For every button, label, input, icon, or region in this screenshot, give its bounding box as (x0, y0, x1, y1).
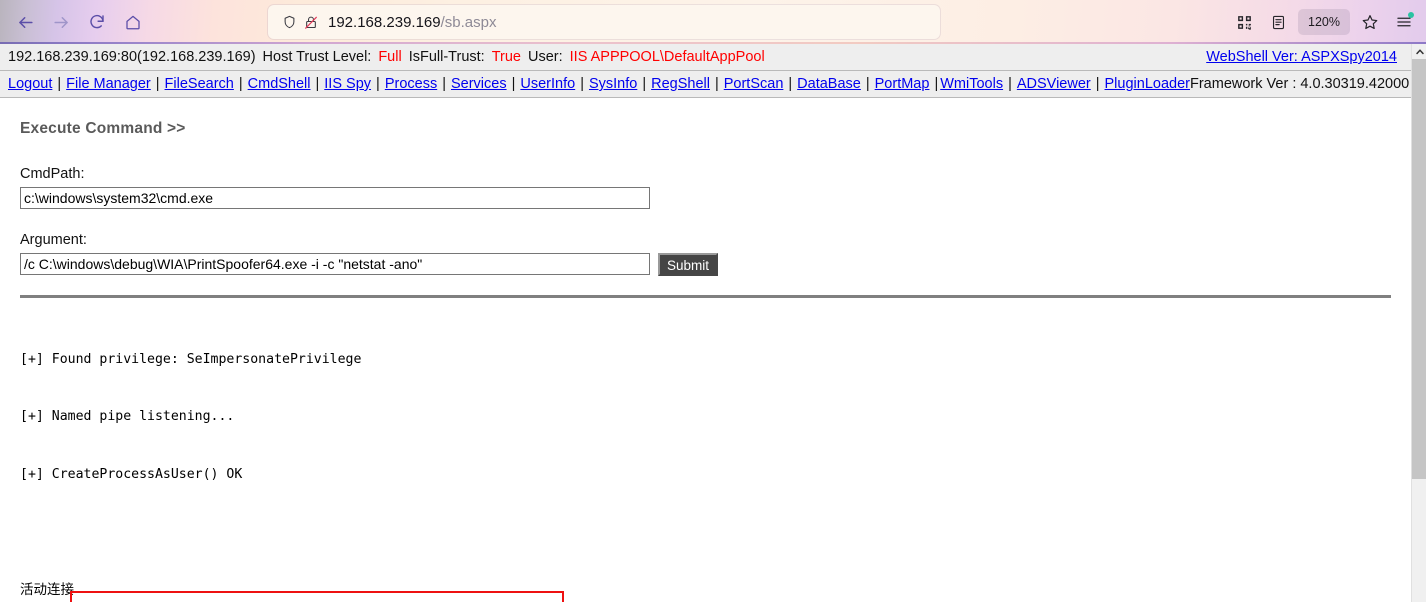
argument-input[interactable] (20, 253, 650, 275)
menu-item-userinfo[interactable]: UserInfo (520, 76, 575, 92)
menu-item-logout[interactable]: Logout (8, 76, 52, 92)
scrollbar-up-arrow-icon[interactable] (1412, 44, 1426, 59)
webshell-version-link[interactable]: WebShell Ver: ASPXSpy2014 (1206, 49, 1397, 65)
menu-item-file-manager[interactable]: File Manager (66, 76, 151, 92)
output-line: [+] Found privilege: SeImpersonatePrivil… (20, 351, 362, 367)
menu-item-services[interactable]: Services (451, 76, 507, 92)
reload-icon[interactable] (80, 5, 114, 39)
scrollbar-thumb[interactable] (1412, 59, 1426, 479)
user-value: IIS APPPOOL\DefaultAppPool (569, 49, 765, 65)
page-title: Execute Command >> (20, 120, 186, 137)
zoom-level-badge[interactable]: 120% (1298, 9, 1350, 35)
menu-item-cmdshell[interactable]: CmdShell (248, 76, 311, 92)
active-connections-title: 活动连接 (20, 582, 74, 599)
menu-item-pluginloader[interactable]: PluginLoader (1105, 76, 1190, 92)
page-viewport: 192.168.239.169:80(192.168.239.169) Host… (0, 44, 1426, 602)
output-line: [+] CreateProcessAsUser() OK (20, 467, 243, 483)
menu-item-process[interactable]: Process (385, 76, 437, 92)
command-output: [+] Found privilege: SeImpersonatePrivil… (20, 298, 1391, 602)
framework-version: Framework Ver : 4.0.30319.42000 (1189, 76, 1410, 92)
lock-crossed-icon[interactable] (300, 14, 322, 31)
menu-item-iis-spy[interactable]: IIS Spy (324, 76, 371, 92)
main-menu-bar: Logout | File Manager | FileSearch | CmdShe… (0, 71, 1411, 98)
trust-level-value: Full (378, 49, 402, 65)
menu-item-adsviewer[interactable]: ADSViewer (1017, 76, 1091, 92)
forward-arrow-icon[interactable] (44, 5, 78, 39)
host-address: 192.168.239.169:80(192.168.239.169) (8, 49, 256, 65)
cmdpath-input[interactable] (20, 187, 650, 209)
browser-chrome: 192.168.239.169/sb.aspx 120% (0, 0, 1426, 44)
browser-toolbar-right: 120% (1228, 0, 1420, 44)
navigation-buttons (8, 0, 150, 44)
output-line: [+] Named pipe listening... (20, 409, 235, 425)
cmdpath-row (20, 187, 1391, 209)
page-scrollbar[interactable] (1411, 44, 1426, 602)
star-icon[interactable] (1354, 6, 1386, 38)
isfull-trust-label: IsFull-Trust: (408, 49, 485, 65)
menu-update-dot (1408, 12, 1414, 18)
status-bar: 192.168.239.169:80(192.168.239.169) Host… (0, 44, 1411, 71)
menu-item-portscan[interactable]: PortScan (724, 76, 784, 92)
hamburger-menu-icon[interactable] (1388, 6, 1420, 38)
trust-level-label: Host Trust Level: (262, 49, 372, 65)
shield-icon[interactable] (278, 14, 300, 30)
home-icon[interactable] (116, 5, 150, 39)
isfull-trust-value: True (491, 49, 521, 65)
menu-item-wmitools[interactable]: WmiTools (940, 76, 1003, 92)
webshell-page: 192.168.239.169:80(192.168.239.169) Host… (0, 44, 1411, 602)
argument-row: Submit (20, 253, 1391, 276)
reader-view-icon[interactable] (1262, 6, 1294, 38)
url-host: 192.168.239.169 (328, 13, 441, 31)
url-path: /sb.aspx (440, 13, 497, 31)
menu-item-filesearch[interactable]: FileSearch (165, 76, 234, 92)
back-arrow-icon[interactable] (8, 5, 42, 39)
qr-code-icon[interactable] (1228, 6, 1260, 38)
menu-item-sysinfo[interactable]: SysInfo (589, 76, 637, 92)
address-bar[interactable]: 192.168.239.169/sb.aspx (268, 5, 940, 39)
menu-item-database[interactable]: DataBase (797, 76, 861, 92)
url-text: 192.168.239.169/sb.aspx (328, 14, 497, 31)
main-content: Execute Command >> CmdPath: Argument: Su… (0, 98, 1411, 602)
menu-item-portmap[interactable]: PortMap (875, 76, 930, 92)
submit-button[interactable]: Submit (658, 253, 719, 276)
cmdpath-label: CmdPath: (20, 166, 85, 182)
menu-item-regshell[interactable]: RegShell (651, 76, 710, 92)
user-label: User: (527, 49, 563, 65)
argument-label: Argument: (20, 232, 87, 248)
